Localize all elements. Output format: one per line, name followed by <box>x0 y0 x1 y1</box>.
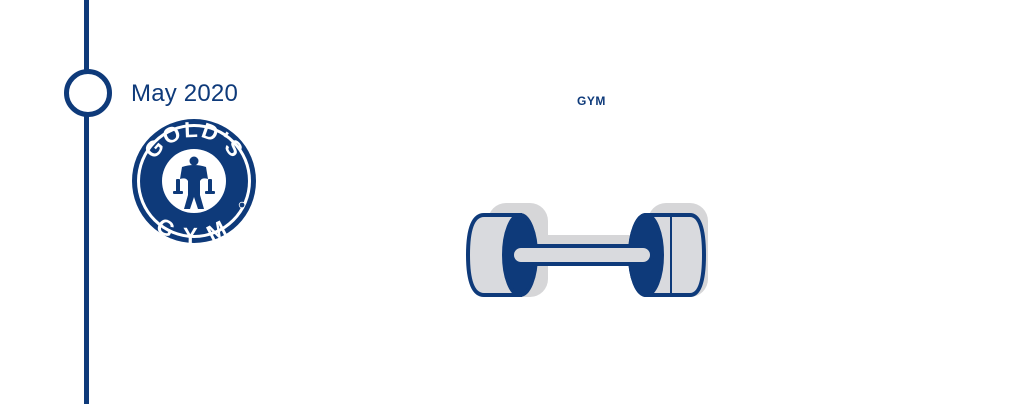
timeline-date: May 2020 <box>131 80 238 107</box>
golds-gym-logo: GOLD'S GYM <box>132 117 256 245</box>
category-label: GYM <box>577 94 606 108</box>
dumbbell-icon <box>465 203 708 297</box>
timeline-node <box>64 69 112 117</box>
timeline-line <box>84 0 89 404</box>
